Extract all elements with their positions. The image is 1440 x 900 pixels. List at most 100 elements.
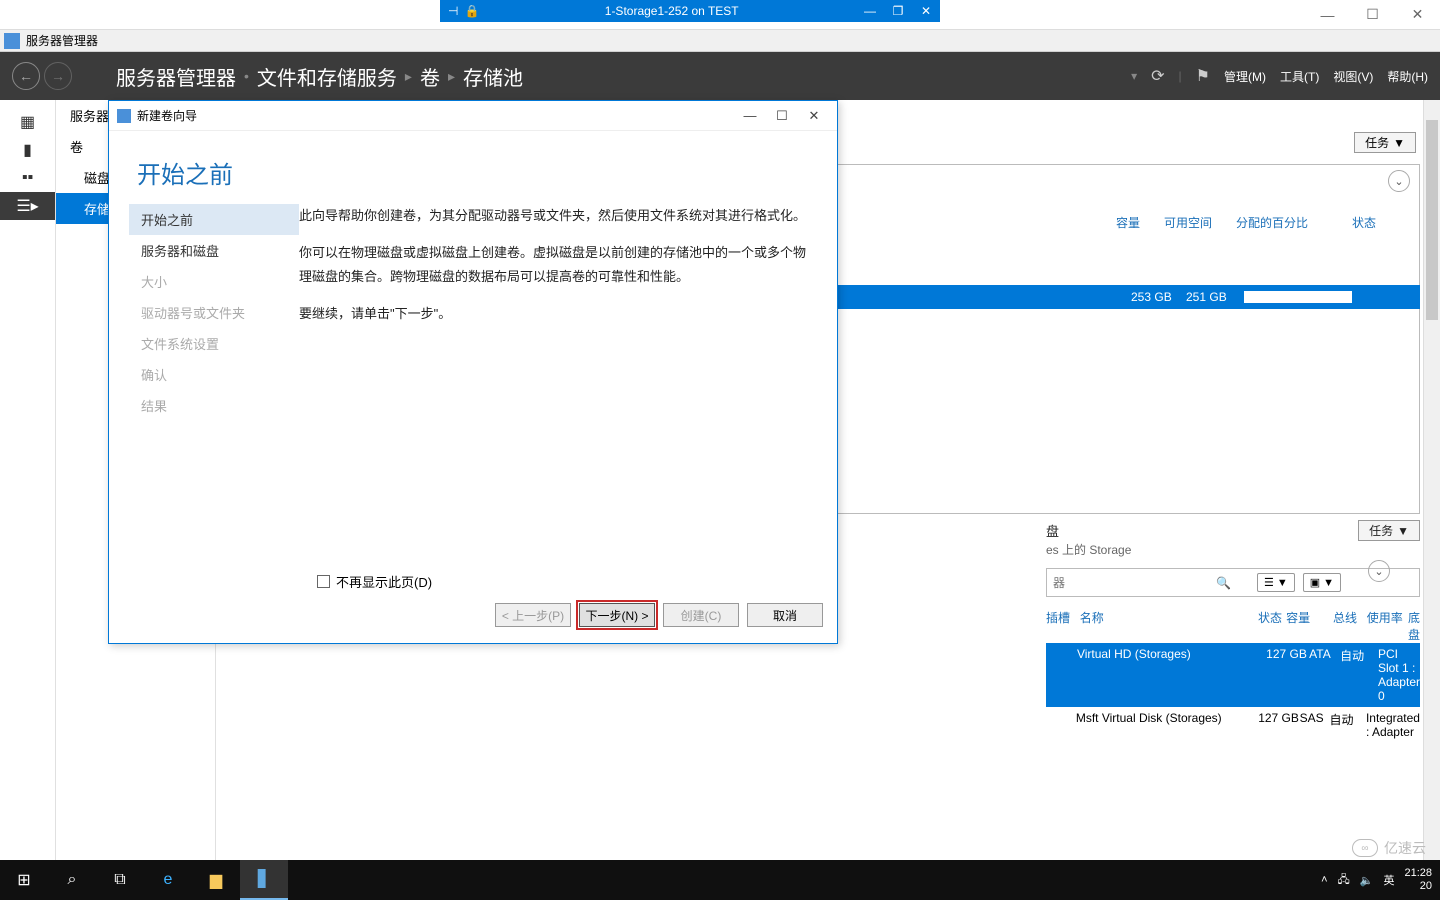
explorer-icon[interactable]: ▆ bbox=[192, 860, 240, 900]
icon-rail: ▦ ▮ ▪▪ ☰▸ bbox=[0, 100, 56, 860]
taskbar: ⊞ ⌕ ⧉ e ▆ ▋ ˄ 🖧 🔈 英 21:28 20 bbox=[0, 860, 1440, 900]
chevron-down-icon: ▼ bbox=[1323, 577, 1334, 589]
rail-file-storage-icon[interactable]: ☰▸ bbox=[0, 192, 55, 220]
breadcrumb: 服务器管理器 • 文件和存储服务 ▸ 卷 ▸ 存储池 bbox=[116, 62, 523, 91]
step-results: 结果 bbox=[129, 390, 299, 421]
server-manager-header: ← → 服务器管理器 • 文件和存储服务 ▸ 卷 ▸ 存储池 ▾ ⟳ | ⚑ 管… bbox=[0, 52, 1440, 100]
watermark-icon: ∞ bbox=[1352, 839, 1378, 857]
col-name[interactable]: 名称 bbox=[1080, 609, 1258, 643]
chevron-right-icon: • bbox=[244, 68, 249, 84]
wizard-icon bbox=[117, 109, 131, 123]
wizard-close-button[interactable]: ✕ bbox=[799, 108, 829, 124]
task-view-button[interactable]: ⧉ bbox=[96, 860, 144, 900]
rail-all-servers-icon[interactable]: ▪▪ bbox=[0, 164, 55, 192]
chevron-down-icon: ▼ bbox=[1277, 577, 1288, 589]
step-confirm: 确认 bbox=[129, 359, 299, 390]
app-title: 服务器管理器 bbox=[26, 32, 98, 49]
vertical-scrollbar[interactable] bbox=[1423, 100, 1440, 860]
col-free[interactable]: 可用空间 bbox=[1164, 214, 1212, 231]
server-manager-taskbar-icon[interactable]: ▋ bbox=[240, 860, 288, 900]
rail-dashboard-icon[interactable]: ▦ bbox=[0, 108, 55, 136]
rdp-connection-bar[interactable]: ⊣ 🔒 1-Storage1-252 on TEST — ❐ ✕ bbox=[440, 0, 940, 22]
wizard-steps: 开始之前 服务器和磁盘 大小 驱动器号或文件夹 文件系统设置 确认 结果 bbox=[129, 204, 299, 564]
rdp-minimize-button[interactable]: — bbox=[856, 4, 884, 18]
col-alloc[interactable]: 分配的百分比 bbox=[1236, 214, 1308, 231]
server-manager-icon bbox=[4, 33, 20, 49]
menu-help[interactable]: 帮助(H) bbox=[1387, 68, 1428, 85]
ie-icon[interactable]: e bbox=[144, 860, 192, 900]
wizard-maximize-button[interactable]: ☐ bbox=[767, 108, 797, 124]
col-status[interactable]: 状态 bbox=[1258, 609, 1286, 643]
wizard-heading: 开始之前 bbox=[109, 131, 837, 204]
rdp-close-button[interactable]: ✕ bbox=[912, 4, 940, 18]
app-titlebar: 服务器管理器 bbox=[0, 30, 1440, 52]
col-bus[interactable]: 总线 bbox=[1333, 609, 1367, 643]
disk-row[interactable]: Msft Virtual Disk (Storages) 127 GB SAS … bbox=[1046, 707, 1420, 743]
tray-up-icon[interactable]: ˄ bbox=[1321, 874, 1327, 886]
wizard-titlebar[interactable]: 新建卷向导 — ☐ ✕ bbox=[109, 101, 837, 131]
refresh-icon[interactable]: ⟳ bbox=[1151, 66, 1164, 86]
step-drive-letter: 驱动器号或文件夹 bbox=[129, 297, 299, 328]
physical-disks-panel: 盘 任务▼ es 上的 Storage 🔍 ☰ ▼ ▣ ▼ ⌄ 插槽 名称 状态… bbox=[1046, 520, 1420, 743]
save-query-button[interactable]: ▣ ▼ bbox=[1303, 573, 1341, 592]
search-icon[interactable]: 🔍 bbox=[1216, 576, 1231, 590]
rdp-restore-button[interactable]: ❐ bbox=[884, 4, 912, 18]
tray-network-icon[interactable]: 🖧 bbox=[1338, 871, 1350, 890]
step-size: 大小 bbox=[129, 266, 299, 297]
menu-tools[interactable]: 工具(T) bbox=[1280, 68, 1319, 85]
disks-tasks-dropdown[interactable]: 任务▼ bbox=[1358, 520, 1420, 541]
filter-input[interactable] bbox=[1053, 576, 1208, 590]
next-button[interactable]: 下一步(N) > bbox=[579, 603, 655, 627]
nav-forward-button[interactable]: → bbox=[44, 62, 72, 90]
wizard-body-text: 此向导帮助你创建卷，为其分配驱动器号或文件夹，然后使用文件系统对其进行格式化。 … bbox=[299, 204, 817, 564]
scrollbar-thumb[interactable] bbox=[1426, 120, 1438, 320]
filter-options-button[interactable]: ☰ ▼ bbox=[1257, 573, 1295, 592]
breadcrumb-item[interactable]: 文件和存储服务 bbox=[257, 62, 397, 91]
disk-row[interactable]: Virtual HD (Storages) 127 GB ATA 自动 PCI … bbox=[1046, 643, 1420, 707]
create-button: 创建(C) bbox=[663, 603, 739, 627]
outer-close-button[interactable]: ✕ bbox=[1395, 0, 1440, 30]
rail-local-server-icon[interactable]: ▮ bbox=[0, 136, 55, 164]
pool-free-value: 251 GB bbox=[1186, 290, 1227, 304]
collapse-toggle[interactable]: ⌄ bbox=[1368, 560, 1390, 582]
ime-indicator[interactable]: 英 bbox=[1383, 872, 1394, 888]
tasks-dropdown[interactable]: 任务▼ bbox=[1354, 132, 1416, 153]
col-usage[interactable]: 使用率 bbox=[1367, 609, 1408, 643]
step-server-disk[interactable]: 服务器和磁盘 bbox=[129, 235, 299, 266]
checkbox-icon[interactable] bbox=[317, 575, 330, 588]
disk-filter-toolbar: 🔍 ☰ ▼ ▣ ▼ ⌄ bbox=[1046, 568, 1420, 597]
chevron-right-icon: ▸ bbox=[448, 68, 455, 85]
col-status[interactable]: 状态 bbox=[1352, 214, 1376, 231]
wizard-title: 新建卷向导 bbox=[137, 107, 197, 124]
rdp-lock-icon: 🔒 bbox=[464, 4, 479, 18]
menu-manage[interactable]: 管理(M) bbox=[1224, 68, 1266, 85]
menu-view[interactable]: 视图(V) bbox=[1333, 68, 1373, 85]
wizard-minimize-button[interactable]: — bbox=[735, 108, 765, 124]
col-chassis[interactable]: 底盘 bbox=[1408, 609, 1420, 643]
rdp-title: 1-Storage1-252 on TEST bbox=[487, 4, 856, 18]
tray-volume-icon[interactable]: 🔈 bbox=[1360, 874, 1374, 887]
col-slot[interactable]: 插槽 bbox=[1046, 609, 1080, 643]
search-button[interactable]: ⌕ bbox=[48, 860, 96, 900]
col-capacity[interactable]: 容量 bbox=[1286, 609, 1333, 643]
chevron-right-icon: ▸ bbox=[405, 68, 412, 85]
flag-icon[interactable]: ⚑ bbox=[1196, 66, 1210, 86]
disks-subtitle: es 上的 Storage bbox=[1046, 541, 1420, 558]
outer-maximize-button[interactable]: ☐ bbox=[1350, 0, 1395, 30]
outer-minimize-button[interactable]: — bbox=[1305, 0, 1350, 30]
rdp-pin-icon[interactable]: ⊣ bbox=[448, 4, 458, 18]
breadcrumb-item[interactable]: 存储池 bbox=[463, 62, 523, 91]
col-capacity[interactable]: 容量 bbox=[1116, 214, 1140, 231]
dropdown-icon[interactable]: ▾ bbox=[1131, 69, 1137, 83]
taskbar-clock[interactable]: 21:28 20 bbox=[1404, 867, 1432, 893]
step-before-begin[interactable]: 开始之前 bbox=[129, 204, 299, 235]
cancel-button[interactable]: 取消 bbox=[747, 603, 823, 627]
watermark: ∞ 亿速云 bbox=[1352, 838, 1426, 858]
disk-column-headers: 插槽 名称 状态 容量 总线 使用率 底盘 bbox=[1046, 609, 1420, 643]
breadcrumb-item[interactable]: 卷 bbox=[420, 62, 440, 91]
start-button[interactable]: ⊞ bbox=[0, 860, 48, 900]
dont-show-again-checkbox[interactable]: 不再显示此页(D) bbox=[109, 564, 837, 591]
new-volume-wizard: 新建卷向导 — ☐ ✕ 开始之前 开始之前 服务器和磁盘 大小 驱动器号或文件夹… bbox=[108, 100, 838, 644]
nav-back-button[interactable]: ← bbox=[12, 62, 40, 90]
breadcrumb-root[interactable]: 服务器管理器 bbox=[116, 62, 236, 91]
